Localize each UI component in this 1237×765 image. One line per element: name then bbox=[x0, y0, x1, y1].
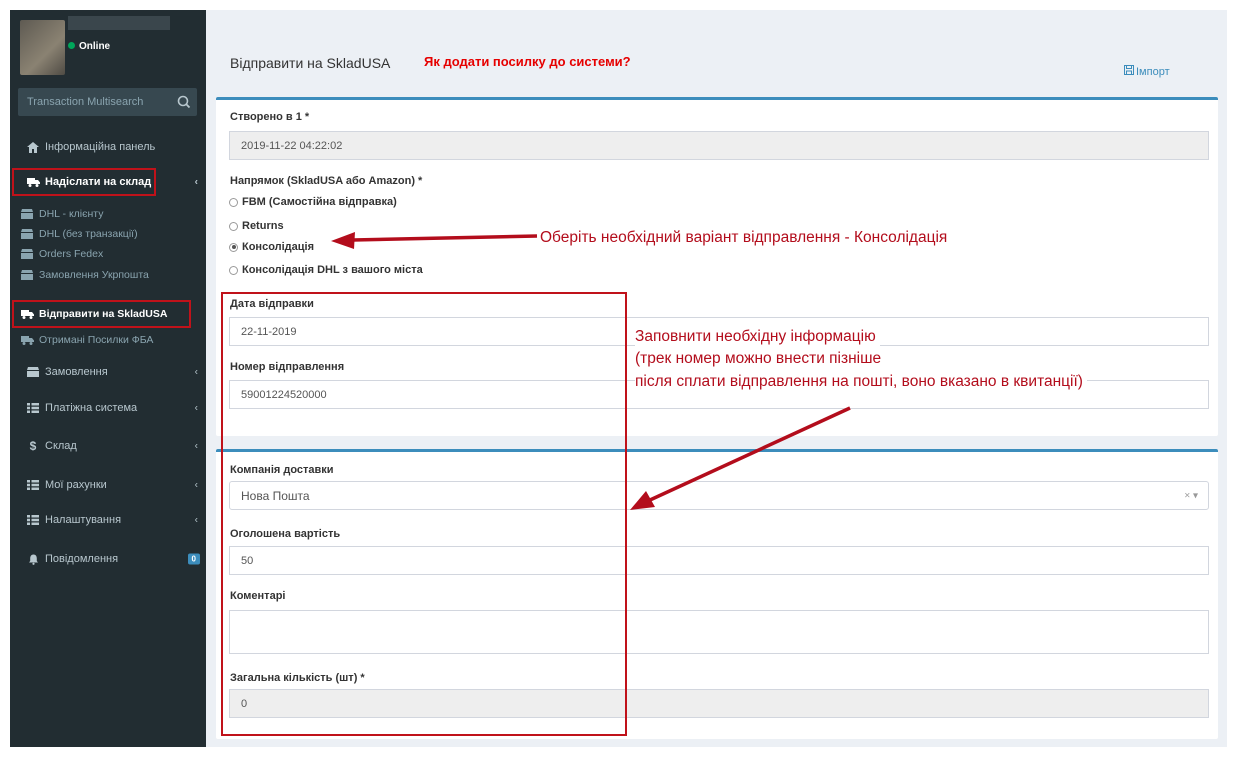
sidebar-item-label: Отримані Посилки ФБА bbox=[39, 334, 154, 346]
online-label: Online bbox=[79, 41, 111, 52]
radio-circle[interactable] bbox=[229, 221, 238, 231]
ship-date-label: Дата відправки bbox=[230, 298, 314, 310]
avatar[interactable] bbox=[20, 20, 65, 75]
import-label: Імпорт bbox=[1136, 65, 1170, 78]
radio-consolidation[interactable]: Консолідація bbox=[229, 241, 314, 253]
annotation-fill-line-1: Заповнити необхідну інформацію bbox=[635, 326, 880, 348]
created-label: Створено в 1 * bbox=[230, 111, 310, 123]
annotation-fill-line-2: (трек номер можно внести пізніше bbox=[635, 348, 886, 370]
sidebar-search bbox=[18, 88, 197, 116]
radio-returns[interactable]: Returns bbox=[229, 220, 284, 232]
user-panel: Online bbox=[10, 10, 206, 85]
import-button[interactable]: Імпорт bbox=[1124, 65, 1170, 78]
page-title: Відправити на SkladUSA bbox=[230, 55, 391, 71]
chevron-left-icon: ‹ bbox=[194, 479, 198, 491]
online-status: Online bbox=[68, 41, 110, 52]
chevron-left-icon: ‹ bbox=[194, 402, 198, 414]
truck-icon bbox=[26, 176, 40, 188]
notifications-badge: 0 bbox=[187, 553, 200, 565]
radio-label: FBM (Самостійна відправка) bbox=[242, 196, 397, 208]
radio-fbm[interactable]: FBM (Самостійна відправка) bbox=[229, 196, 397, 208]
sidebar-item-payment-system[interactable]: Платіжна система ‹ bbox=[10, 396, 206, 420]
sidebar-item-label: Склад bbox=[45, 440, 77, 452]
annotation-choose-option: Оберіть необхідний варіант відправлення … bbox=[540, 229, 948, 246]
carrier-label: Компанія доставки bbox=[230, 464, 334, 476]
truck-icon bbox=[20, 334, 34, 346]
chevron-left-icon: ‹ bbox=[194, 366, 198, 378]
radio-circle[interactable] bbox=[229, 197, 238, 207]
radio-label: Returns bbox=[242, 220, 284, 232]
floppy-icon bbox=[1124, 65, 1134, 78]
sidebar-item-dhl-client[interactable]: DHL - клієнту bbox=[10, 204, 206, 224]
search-icon[interactable] bbox=[175, 93, 193, 111]
home-icon bbox=[26, 141, 40, 153]
sidebar-item-label: Мої рахунки bbox=[45, 479, 107, 491]
radio-circle-selected[interactable] bbox=[229, 242, 238, 252]
sidebar-item-orders[interactable]: Замовлення ‹ bbox=[10, 360, 206, 384]
truck-icon bbox=[20, 308, 34, 320]
radio-circle[interactable] bbox=[229, 265, 238, 275]
sidebar-item-send-to-warehouse[interactable]: Надіслати на склад ‹ bbox=[10, 170, 206, 194]
sidebar-item-send-to-skladusa[interactable]: Відправити на SkladUSA bbox=[10, 304, 206, 324]
declared-value-field[interactable]: 50 bbox=[229, 546, 1209, 575]
sidebar-item-label: Відправити на SkladUSA bbox=[39, 308, 168, 320]
sidebar-item-dashboard[interactable]: Інформаційна панель bbox=[10, 135, 206, 159]
comments-label: Коментарі bbox=[230, 590, 286, 602]
annotation-fill-line-3: після сплати відправлення на пошті, воно… bbox=[635, 371, 1087, 393]
sidebar-item-dhl-no-transaction[interactable]: DHL (без транзакції) bbox=[10, 224, 206, 244]
dollar-icon: $ bbox=[29, 439, 37, 453]
sidebar-item-label: Платіжна система bbox=[45, 402, 138, 414]
carrier-value: Нова Пошта bbox=[241, 488, 310, 503]
sidebar-item-label: DHL - клієнту bbox=[39, 208, 104, 220]
clear-and-dropdown-icon[interactable]: × ▾ bbox=[1184, 490, 1198, 501]
sidebar: Online Інформаційна панель Надіслати на … bbox=[10, 10, 206, 747]
help-link[interactable]: Як додати посилку до системи? bbox=[424, 54, 631, 69]
sidebar-item-settings[interactable]: Налаштування ‹ bbox=[10, 508, 206, 532]
grid-icon bbox=[26, 514, 40, 526]
direction-label: Напрямок (SkladUSA або Amazon) * bbox=[230, 175, 423, 187]
chevron-left-icon: ‹ bbox=[194, 440, 198, 452]
radio-consolidation-dhl[interactable]: Консолідація DHL з вашого міста bbox=[229, 264, 423, 276]
sidebar-item-notifications[interactable]: Повідомлення 0 bbox=[10, 547, 206, 571]
grid-icon bbox=[26, 479, 40, 491]
created-field: 2019-11-22 04:22:02 bbox=[229, 131, 1209, 160]
sidebar-item-label: Надіслати на склад bbox=[45, 176, 152, 188]
total-quantity-label: Загальна кількість (шт) * bbox=[230, 672, 365, 684]
app-frame: Online Інформаційна панель Надіслати на … bbox=[10, 10, 1227, 747]
box-icon bbox=[20, 228, 34, 240]
sidebar-item-warehouse[interactable]: $ Склад ‹ bbox=[10, 434, 206, 458]
sidebar-item-label: Налаштування bbox=[45, 514, 122, 526]
sidebar-item-my-accounts[interactable]: Мої рахунки ‹ bbox=[10, 473, 206, 497]
carrier-select[interactable]: Нова Пошта × ▾ bbox=[229, 481, 1209, 510]
box-icon bbox=[20, 208, 34, 220]
total-quantity-field: 0 bbox=[229, 689, 1209, 718]
sidebar-item-label: Повідомлення bbox=[45, 553, 119, 565]
grid-icon bbox=[26, 402, 40, 414]
sidebar-item-label: Замовлення bbox=[45, 366, 108, 378]
sidebar-item-orders-fedex[interactable]: Orders Fedex bbox=[10, 244, 206, 264]
declared-value-label: Оголошена вартість bbox=[230, 528, 341, 540]
chevron-left-icon: ‹ bbox=[194, 514, 198, 526]
box-icon bbox=[20, 248, 34, 260]
radio-label: Консолідація bbox=[242, 241, 315, 253]
comments-textarea[interactable] bbox=[229, 610, 1209, 654]
online-dot-icon bbox=[68, 42, 75, 49]
sidebar-item-label: Замовлення Укрпошта bbox=[39, 269, 149, 281]
radio-label: Консолідація DHL з вашого міста bbox=[242, 264, 423, 276]
sidebar-item-ukrposhta-orders[interactable]: Замовлення Укрпошта bbox=[10, 265, 206, 285]
sidebar-item-received-fba[interactable]: Отримані Посилки ФБА bbox=[10, 330, 206, 350]
sidebar-item-label: DHL (без транзакції) bbox=[39, 228, 138, 240]
search-input[interactable] bbox=[18, 88, 168, 116]
box-icon bbox=[20, 269, 34, 281]
user-name-redacted bbox=[68, 16, 170, 30]
box-icon bbox=[26, 366, 40, 378]
sidebar-item-label: Orders Fedex bbox=[39, 248, 104, 260]
sidebar-item-label: Інформаційна панель bbox=[45, 141, 156, 153]
tracking-label: Номер відправлення bbox=[230, 361, 345, 373]
chevron-left-icon: ‹ bbox=[194, 176, 198, 188]
bell-icon bbox=[26, 553, 40, 565]
